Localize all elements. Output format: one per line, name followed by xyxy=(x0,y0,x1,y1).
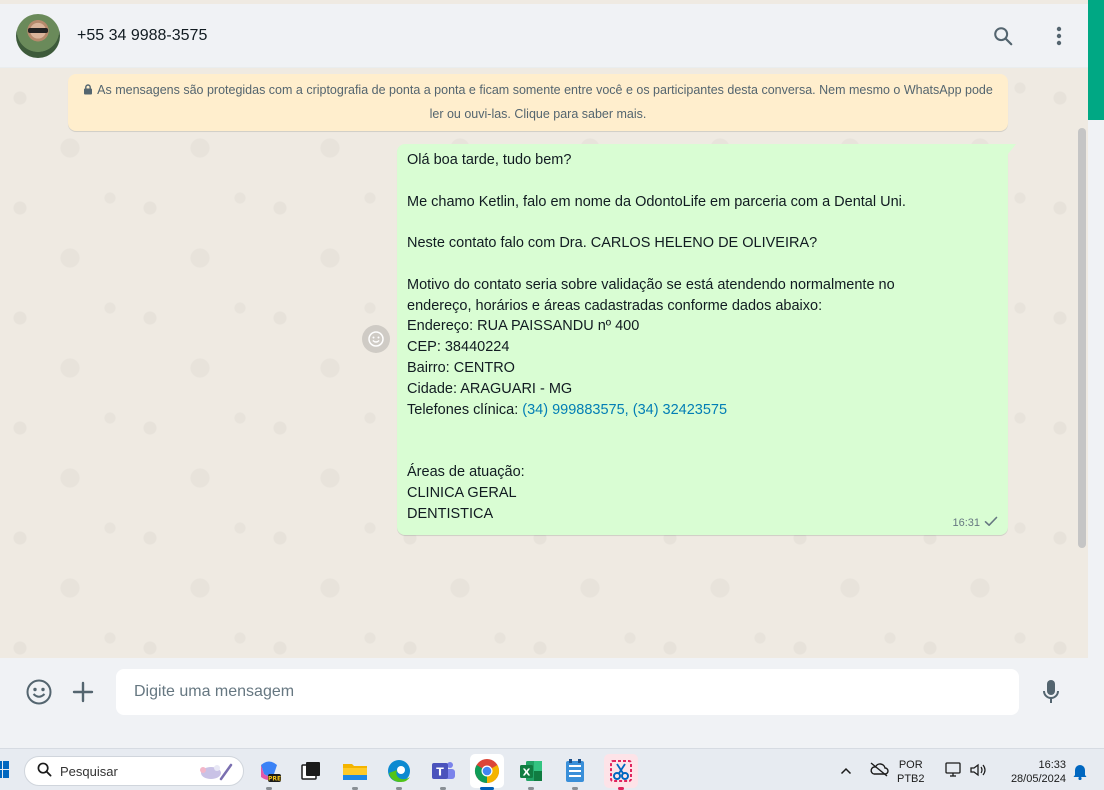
search-label: Pesquisar xyxy=(60,763,118,779)
encryption-text: As mensagens são protegidas com a cripto… xyxy=(97,83,993,121)
phone-link-2[interactable]: (34) 32423575 xyxy=(633,402,727,418)
lock-icon xyxy=(83,80,93,103)
windows-start-icon[interactable] xyxy=(0,761,10,779)
message-meta: 16:31 xyxy=(952,516,998,530)
copilot-icon[interactable]: PRE xyxy=(252,754,286,790)
encryption-notice[interactable]: As mensagens são protegidas com a cripto… xyxy=(68,74,1008,131)
window-edge xyxy=(1088,120,1104,726)
message-input[interactable] xyxy=(116,669,1019,715)
message-time: 16:31 xyxy=(952,517,980,529)
snipping-tool-icon[interactable] xyxy=(604,754,638,790)
input-language[interactable]: POR PTB2 xyxy=(897,758,925,786)
search-icon[interactable] xyxy=(990,23,1016,49)
emoji-icon[interactable] xyxy=(24,677,54,707)
microphone-icon[interactable] xyxy=(1036,677,1066,707)
chat-messages-area[interactable]: As mensagens são protegidas com a cripto… xyxy=(0,68,1088,658)
svg-text:T: T xyxy=(436,766,444,779)
contact-avatar[interactable] xyxy=(16,13,60,58)
file-explorer-icon[interactable] xyxy=(338,754,372,790)
excel-icon[interactable]: X xyxy=(514,754,548,790)
taskbar-search[interactable]: Pesquisar xyxy=(24,756,244,786)
task-view-icon[interactable] xyxy=(294,754,328,788)
header-actions xyxy=(990,23,1072,49)
menu-icon[interactable] xyxy=(1046,23,1072,49)
react-emoji-button[interactable] xyxy=(362,325,390,353)
svg-text:X: X xyxy=(523,768,531,779)
onedrive-offline-icon[interactable] xyxy=(869,761,889,782)
chat-header[interactable]: +55 34 9988-3575 xyxy=(0,4,1088,68)
attach-plus-icon[interactable] xyxy=(68,677,98,707)
outgoing-message[interactable]: Olá boa tarde, tudo bem? Me chamo Ketlin… xyxy=(397,144,1016,535)
contact-name[interactable]: +55 34 9988-3575 xyxy=(77,27,207,45)
teams-icon[interactable]: T xyxy=(426,754,460,790)
chat-scrollbar[interactable] xyxy=(1078,128,1086,548)
message-composer xyxy=(0,658,1088,726)
taskbar-clock[interactable]: 16:33 28/05/2024 xyxy=(1000,758,1066,786)
network-display-icon[interactable] xyxy=(945,762,963,783)
phone-link-separator: , xyxy=(624,401,633,418)
message-text: Olá boa tarde, tudo bem? Me chamo Ketlin… xyxy=(407,152,906,522)
volume-icon[interactable] xyxy=(969,762,987,783)
notepad-icon[interactable] xyxy=(558,754,592,790)
windows-taskbar: Pesquisar PRE T X POR PTB2 16:33 28/05/2… xyxy=(0,748,1104,790)
search-icon xyxy=(37,762,52,780)
chrome-icon[interactable] xyxy=(470,754,504,790)
single-check-icon xyxy=(984,516,998,530)
chevron-up-icon[interactable] xyxy=(840,763,852,781)
edge-icon[interactable] xyxy=(382,754,416,790)
search-highlight-icon xyxy=(191,761,235,786)
emoji-icon xyxy=(368,331,384,347)
svg-text:PRE: PRE xyxy=(268,776,281,783)
notification-bell-icon[interactable] xyxy=(1072,762,1088,785)
whatsapp-conversation: +55 34 9988-3575 As mensagens são proteg… xyxy=(0,0,1088,726)
phone-link-1[interactable]: (34) 999883575 xyxy=(522,402,624,418)
